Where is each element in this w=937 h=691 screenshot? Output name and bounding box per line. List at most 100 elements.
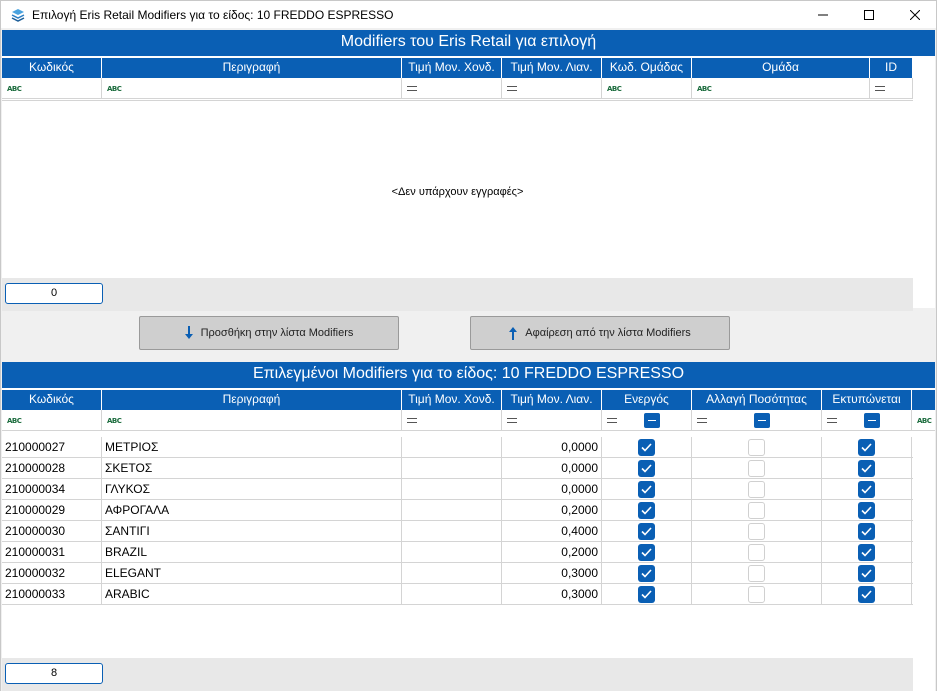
- checkbox-quantity-change[interactable]: [748, 439, 765, 456]
- filter-retail-price[interactable]: [502, 78, 602, 99]
- checkbox-active[interactable]: [638, 565, 655, 582]
- cell-active[interactable]: [602, 563, 692, 584]
- filter-minus-icon[interactable]: [754, 413, 770, 428]
- cell-code[interactable]: 210000033: [2, 584, 102, 605]
- cell-retail-price[interactable]: 0,0000: [502, 479, 602, 500]
- filter-extra[interactable]: ABC: [912, 410, 935, 431]
- checkbox-printed[interactable]: [858, 460, 875, 477]
- table-row[interactable]: 210000027 ΜΕΤΡΙΟΣ 0,0000: [2, 437, 913, 458]
- cell-wholesale-price[interactable]: [402, 437, 502, 458]
- filter-id[interactable]: [870, 78, 913, 99]
- cell-quantity-change[interactable]: [692, 563, 822, 584]
- checkbox-active[interactable]: [638, 481, 655, 498]
- remove-from-list-button[interactable]: Αφαίρεση από την λίστα Modifiers: [470, 316, 730, 350]
- cell-active[interactable]: [602, 584, 692, 605]
- checkbox-printed[interactable]: [858, 481, 875, 498]
- cell-retail-price[interactable]: 0,4000: [502, 521, 602, 542]
- col-header-description[interactable]: Περιγραφή: [102, 58, 402, 78]
- minimize-button[interactable]: [800, 1, 846, 29]
- cell-printed[interactable]: [822, 563, 912, 584]
- col-header-code[interactable]: Κωδικός: [2, 58, 102, 78]
- filter-code[interactable]: ABC: [2, 78, 102, 99]
- filter-description[interactable]: ABC: [102, 410, 402, 431]
- col-header-description[interactable]: Περιγραφή: [102, 390, 402, 410]
- table-row[interactable]: 210000034 ΓΛΥΚΟΣ 0,0000: [2, 479, 913, 500]
- filter-wholesale-price[interactable]: [402, 410, 502, 431]
- cell-wholesale-price[interactable]: [402, 479, 502, 500]
- filter-quantity-change[interactable]: [692, 410, 822, 431]
- cell-retail-price[interactable]: 0,0000: [502, 458, 602, 479]
- checkbox-quantity-change[interactable]: [748, 523, 765, 540]
- cell-printed[interactable]: [822, 500, 912, 521]
- col-header-quantity-change[interactable]: Αλλαγή Ποσότητας: [692, 390, 822, 410]
- col-header-id[interactable]: ID: [870, 58, 913, 78]
- col-header-code[interactable]: Κωδικός: [2, 390, 102, 410]
- cell-description[interactable]: ΣΚΕΤΟΣ: [102, 458, 402, 479]
- add-to-list-button[interactable]: Προσθήκη στην λίστα Modifiers: [139, 316, 399, 350]
- cell-description[interactable]: ΣΑΝΤΙΓΙ: [102, 521, 402, 542]
- cell-code[interactable]: 210000030: [2, 521, 102, 542]
- checkbox-quantity-change[interactable]: [748, 481, 765, 498]
- col-header-group[interactable]: Ομάδα: [692, 58, 870, 78]
- cell-wholesale-price[interactable]: [402, 542, 502, 563]
- cell-retail-price[interactable]: 0,0000: [502, 437, 602, 458]
- cell-quantity-change[interactable]: [692, 437, 822, 458]
- filter-group[interactable]: ABC: [692, 78, 870, 99]
- filter-active[interactable]: [602, 410, 692, 431]
- table-row[interactable]: 210000031 BRAZIL 0,2000: [2, 542, 913, 563]
- cell-printed[interactable]: [822, 437, 912, 458]
- cell-description[interactable]: ARABIC: [102, 584, 402, 605]
- col-header-extra[interactable]: [912, 390, 935, 410]
- cell-code[interactable]: 210000029: [2, 500, 102, 521]
- table-row[interactable]: 210000032 ELEGANT 0,3000: [2, 563, 913, 584]
- cell-printed[interactable]: [822, 521, 912, 542]
- cell-quantity-change[interactable]: [692, 500, 822, 521]
- cell-active[interactable]: [602, 479, 692, 500]
- cell-printed[interactable]: [822, 458, 912, 479]
- col-header-active[interactable]: Ενεργός: [602, 390, 692, 410]
- cell-description[interactable]: ΜΕΤΡΙΟΣ: [102, 437, 402, 458]
- cell-retail-price[interactable]: 0,2000: [502, 500, 602, 521]
- maximize-button[interactable]: [846, 1, 892, 29]
- checkbox-printed[interactable]: [858, 544, 875, 561]
- checkbox-printed[interactable]: [858, 502, 875, 519]
- checkbox-printed[interactable]: [858, 439, 875, 456]
- table-row[interactable]: 210000029 ΑΦΡΟΓΑΛΑ 0,2000: [2, 500, 913, 521]
- close-button[interactable]: [892, 1, 937, 29]
- filter-code[interactable]: ABC: [2, 410, 102, 431]
- cell-active[interactable]: [602, 542, 692, 563]
- cell-printed[interactable]: [822, 479, 912, 500]
- checkbox-active[interactable]: [638, 439, 655, 456]
- checkbox-printed[interactable]: [858, 565, 875, 582]
- cell-description[interactable]: ΑΦΡΟΓΑΛΑ: [102, 500, 402, 521]
- checkbox-active[interactable]: [638, 523, 655, 540]
- cell-quantity-change[interactable]: [692, 521, 822, 542]
- checkbox-active[interactable]: [638, 586, 655, 603]
- cell-quantity-change[interactable]: [692, 542, 822, 563]
- cell-wholesale-price[interactable]: [402, 563, 502, 584]
- cell-description[interactable]: ΓΛΥΚΟΣ: [102, 479, 402, 500]
- cell-retail-price[interactable]: 0,2000: [502, 542, 602, 563]
- col-header-printed[interactable]: Εκτυπώνεται: [822, 390, 912, 410]
- cell-retail-price[interactable]: 0,3000: [502, 584, 602, 605]
- checkbox-quantity-change[interactable]: [748, 544, 765, 561]
- filter-minus-icon[interactable]: [644, 413, 660, 428]
- checkbox-printed[interactable]: [858, 586, 875, 603]
- checkbox-active[interactable]: [638, 544, 655, 561]
- cell-wholesale-price[interactable]: [402, 500, 502, 521]
- cell-printed[interactable]: [822, 542, 912, 563]
- col-header-retail-price[interactable]: Τιμή Μον. Λιαν.: [502, 58, 602, 78]
- cell-wholesale-price[interactable]: [402, 584, 502, 605]
- checkbox-active[interactable]: [638, 460, 655, 477]
- cell-description[interactable]: BRAZIL: [102, 542, 402, 563]
- cell-code[interactable]: 210000032: [2, 563, 102, 584]
- cell-quantity-change[interactable]: [692, 584, 822, 605]
- col-header-wholesale-price[interactable]: Τιμή Μον. Χονδ.: [402, 390, 502, 410]
- cell-description[interactable]: ELEGANT: [102, 563, 402, 584]
- cell-retail-price[interactable]: 0,3000: [502, 563, 602, 584]
- checkbox-quantity-change[interactable]: [748, 586, 765, 603]
- cell-wholesale-price[interactable]: [402, 521, 502, 542]
- cell-active[interactable]: [602, 521, 692, 542]
- cell-active[interactable]: [602, 437, 692, 458]
- cell-active[interactable]: [602, 500, 692, 521]
